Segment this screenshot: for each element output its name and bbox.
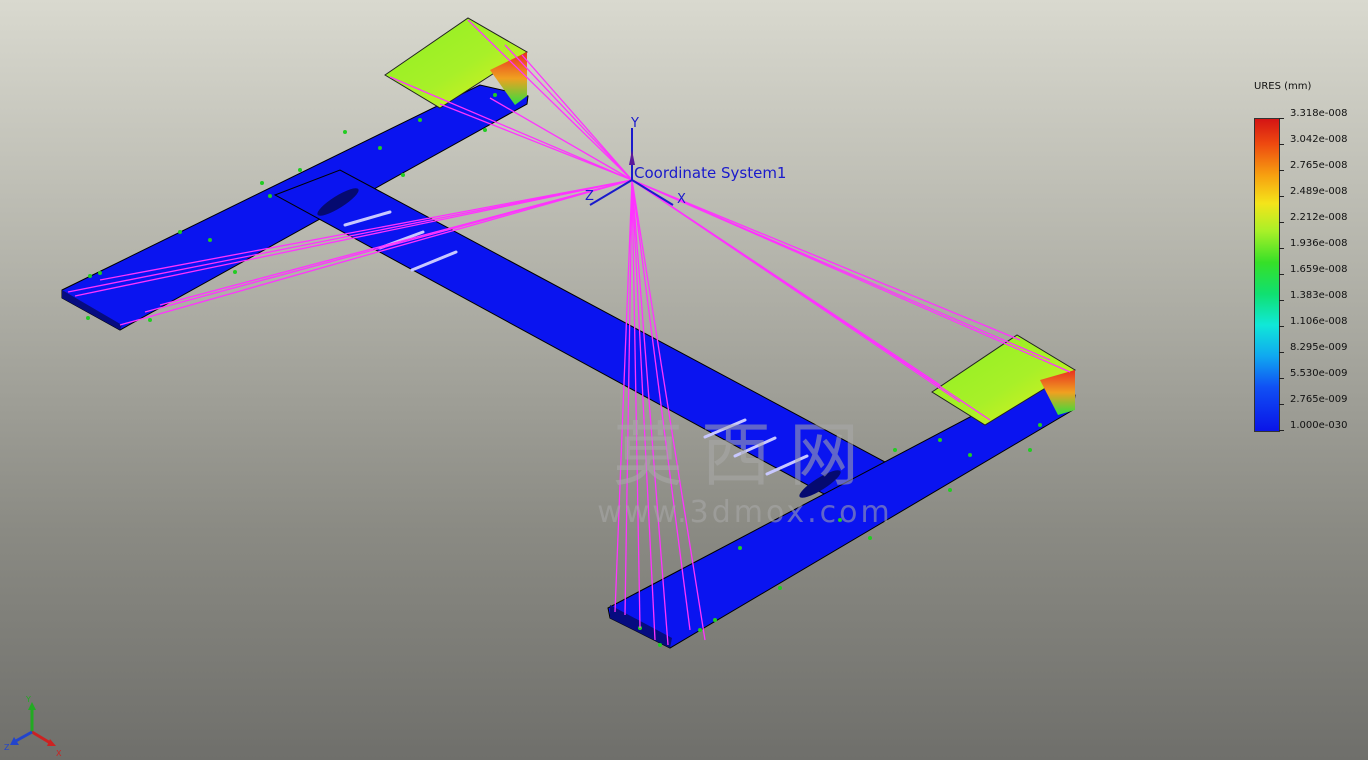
x-axis-line	[631, 179, 674, 206]
legend-title: URES (mm)	[1254, 81, 1312, 92]
triad-y-label: Y	[25, 695, 31, 704]
coordinate-system-label: Coordinate System1	[634, 164, 786, 182]
y-axis-arrow	[629, 150, 635, 165]
triad-z-label: Z	[4, 743, 10, 752]
legend-value: 2.212e-008	[1290, 212, 1348, 223]
legend-value: 3.318e-008	[1290, 108, 1348, 119]
legend-value: 2.765e-008	[1290, 160, 1348, 171]
legend-color-bar	[1254, 118, 1280, 432]
legend-value: 3.042e-008	[1290, 134, 1348, 145]
legend-value: 1.936e-008	[1290, 238, 1348, 249]
y-axis-label: Y	[630, 116, 639, 131]
x-axis-label: X	[677, 192, 686, 207]
legend-value: 1.659e-008	[1290, 264, 1348, 275]
legend-value: 5.530e-009	[1290, 368, 1348, 379]
fixture-markers	[86, 93, 1042, 647]
triad-x-label: X	[56, 749, 62, 758]
results-legend: URES (mm) 3.318e-008 3.042e-008 2.765e-0…	[1250, 80, 1360, 440]
legend-value: 1.106e-008	[1290, 316, 1348, 327]
view-orientation-triad[interactable]: Y X Z	[0, 690, 70, 760]
model-viewport[interactable]: Y X Z Coordinate System1	[0, 0, 1368, 760]
right-crossbar	[607, 379, 1076, 649]
legend-value: 1.000e-030	[1290, 420, 1348, 431]
legend-value: 1.383e-008	[1290, 290, 1348, 301]
z-axis-label: Z	[585, 189, 594, 204]
legend-value: 8.295e-009	[1290, 342, 1348, 353]
legend-value: 2.765e-009	[1290, 394, 1348, 405]
legend-value: 2.489e-008	[1290, 186, 1348, 197]
